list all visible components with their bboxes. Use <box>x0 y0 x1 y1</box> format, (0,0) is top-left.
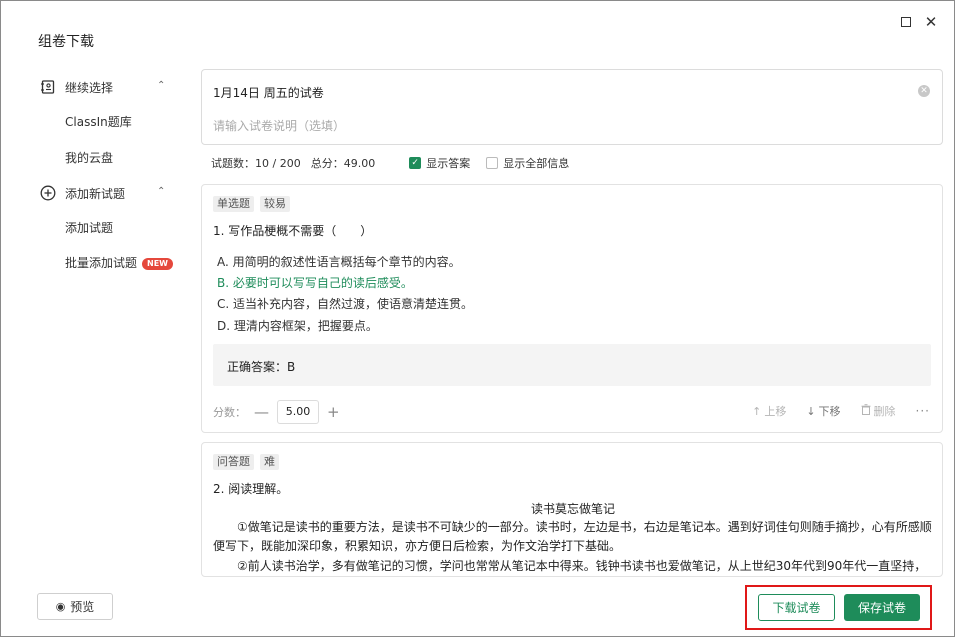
move-down-label: 下移 <box>818 405 841 418</box>
trash-icon <box>861 404 871 418</box>
passage-title: 读书莫忘做笔记 <box>530 502 615 516</box>
download-paper-button[interactable]: 下载试卷 <box>758 594 835 621</box>
stats-row: 试题数：10 / 200 总分：49.00 ✓ 显示答案 显示全部信息 <box>211 155 569 171</box>
correct-answer: 正确答案：B <box>227 360 296 374</box>
option-a: A. 用简明的叙述性语言概括每个章节的内容。 <box>217 255 461 269</box>
question-bank-icon <box>39 78 57 96</box>
passage-paragraph: ②前人读书治学，多有做笔记的习惯，学问也常常从笔记本中得来。钱钟书读书也爱做笔记… <box>237 559 927 573</box>
checkbox-label: 显示全部信息 <box>503 157 570 170</box>
option-b: B. 必要时可以写写自己的读后感受。 <box>217 276 413 290</box>
paper-info-box[interactable]: 1月14日 周五的试卷 ✕ 请输入试卷说明（选填） <box>201 69 943 145</box>
sidebar-item-classin-bank[interactable]: ClassIn题库 <box>65 113 132 131</box>
checkbox-checked-icon: ✓ <box>409 157 422 169</box>
sidebar-item-my-cloud[interactable]: 我的云盘 <box>65 149 113 167</box>
difficulty-tag: 较易 <box>260 196 290 212</box>
score-input[interactable]: 5.00 <box>277 400 319 424</box>
show-answer-checkbox[interactable]: ✓ 显示答案 <box>409 155 470 171</box>
more-icon[interactable]: ··· <box>916 404 930 418</box>
question-tags: 问答题 难 <box>213 454 285 470</box>
difficulty-tag: 难 <box>260 454 279 470</box>
close-icon[interactable]: ✕ <box>922 13 940 31</box>
sidebar-group-continue-select[interactable]: 继续选择 ⌃ <box>39 77 165 97</box>
option-c: C. 适当补充内容，自然过渡，使语意清楚连贯。 <box>217 297 474 311</box>
paper-description-input[interactable]: 请输入试卷说明（选填） <box>213 117 345 134</box>
sidebar-item-label: 批量添加试题 <box>65 256 138 270</box>
question-card[interactable]: 问答题 难 2. 阅读理解。 读书莫忘做笔记 ①做笔记是读书的重要方法，是读书不… <box>201 442 943 577</box>
score-decrease-button[interactable]: — <box>254 403 269 421</box>
sidebar-item-batch-add[interactable]: 批量添加试题 NEW <box>65 254 173 272</box>
option-d: D. 理清内容框架，把握要点。 <box>217 319 378 333</box>
question-actions: ↑ 上移 ↓ 下移 删除 ··· <box>732 403 930 419</box>
sidebar-group-add-new[interactable]: 添加新试题 ⌃ <box>39 183 165 203</box>
move-down-button[interactable]: ↓ 下移 <box>806 403 840 419</box>
maximize-icon[interactable] <box>897 13 915 31</box>
preview-button[interactable]: ◉ 预览 <box>37 593 113 620</box>
dialog-title: 组卷下载 <box>38 34 94 50</box>
new-badge: NEW <box>142 258 173 270</box>
save-paper-button[interactable]: 保存试卷 <box>844 594 920 621</box>
answer-panel: 正确答案：B <box>213 344 931 386</box>
add-circle-icon <box>39 184 57 202</box>
question-count: 试题数：10 / 200 <box>211 157 301 170</box>
question-card[interactable]: 单选题 较易 1. 写作品梗概不需要（ ） A. 用简明的叙述性语言概括每个章节… <box>201 184 943 433</box>
passage-paragraph: ①做笔记是读书的重要方法，是读书不可缺少的一部分。读书时，左边是书，右边是笔记本… <box>213 520 932 553</box>
paper-name-input[interactable]: 1月14日 周五的试卷 <box>213 84 324 101</box>
question-type-tag: 问答题 <box>213 454 254 470</box>
move-up-label: 上移 <box>764 405 787 418</box>
move-up-button[interactable]: ↑ 上移 <box>752 403 786 419</box>
eye-icon: ◉ <box>55 600 66 613</box>
sidebar-group-label: 添加新试题 <box>65 186 126 201</box>
total-score: 总分：49.00 <box>310 157 376 170</box>
arrow-down-icon: ↓ <box>806 404 816 418</box>
chevron-up-icon[interactable]: ⌃ <box>157 186 165 197</box>
score-increase-button[interactable]: + <box>327 403 340 421</box>
dialog-window: 组卷下载 ✕ 继续选择 ⌃ ClassIn题库 我的云盘 添加新试题 ⌃ 添加试… <box>0 0 955 637</box>
score-label: 分数： <box>213 406 246 419</box>
score-row: 分数： — 5.00 + <box>213 400 348 424</box>
question-title: 1. 写作品梗概不需要（ ） <box>213 224 373 238</box>
question-title: 2. 阅读理解。 <box>213 482 289 496</box>
sidebar-group-label: 继续选择 <box>65 80 114 95</box>
preview-label: 预览 <box>70 600 95 614</box>
delete-label: 删除 <box>873 405 896 418</box>
arrow-up-icon: ↑ <box>752 404 762 418</box>
checkbox-label: 显示答案 <box>426 157 471 170</box>
question-type-tag: 单选题 <box>213 196 254 212</box>
chevron-up-icon[interactable]: ⌃ <box>157 80 165 91</box>
clear-icon[interactable]: ✕ <box>918 85 930 97</box>
checkbox-unchecked-icon <box>486 157 499 169</box>
delete-button[interactable]: 删除 <box>861 403 896 419</box>
question-tags: 单选题 较易 <box>213 196 296 212</box>
show-all-info-checkbox[interactable]: 显示全部信息 <box>486 155 569 171</box>
sidebar-item-add-question[interactable]: 添加试题 <box>65 219 113 237</box>
